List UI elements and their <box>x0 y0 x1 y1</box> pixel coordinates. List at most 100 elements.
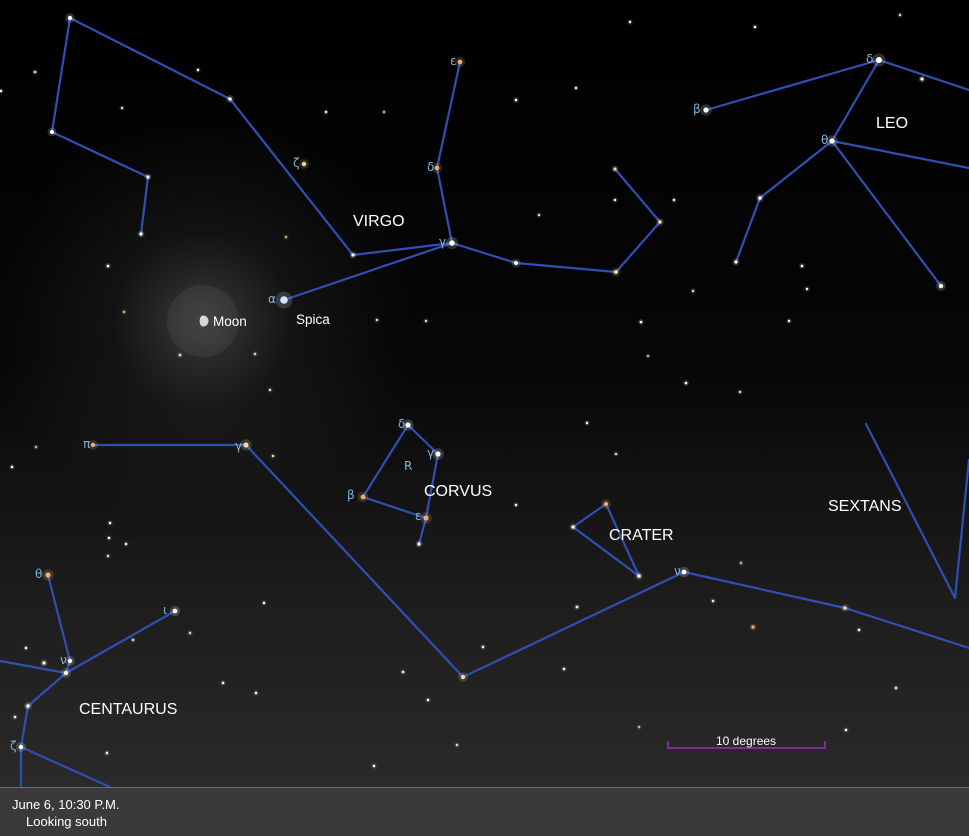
star <box>449 240 455 246</box>
greek-label: β <box>693 102 701 116</box>
greek-label: γ <box>235 439 242 453</box>
star <box>228 97 232 101</box>
star <box>898 13 902 17</box>
star <box>131 638 135 642</box>
star <box>254 691 258 695</box>
spica-label: Spica <box>296 312 330 327</box>
star <box>34 445 38 449</box>
corvus-lines <box>361 423 440 520</box>
star <box>33 70 37 74</box>
star <box>106 264 110 268</box>
greek-label: ν <box>60 653 67 667</box>
star <box>787 319 791 323</box>
centaurus-lines <box>19 573 72 787</box>
star-chart-svg: VIRGO LEO CORVUS CRATER SEXTANS CENTAURU… <box>0 12 969 787</box>
star <box>876 57 882 63</box>
star <box>844 728 848 732</box>
leo-lines <box>830 139 943 288</box>
star <box>172 608 178 614</box>
star <box>691 289 695 293</box>
star <box>67 15 73 21</box>
star <box>460 674 466 680</box>
sky-chart: VIRGO LEO CORVUS CRATER SEXTANS CENTAURU… <box>0 0 969 787</box>
star <box>894 686 898 690</box>
star <box>829 138 835 144</box>
star <box>107 536 111 540</box>
star <box>221 681 225 685</box>
greek-label: δ <box>398 417 405 431</box>
star <box>637 725 641 729</box>
greek-label: ζ <box>293 156 300 170</box>
view-direction: Looking south <box>26 814 107 829</box>
star <box>324 110 328 114</box>
star <box>614 452 618 456</box>
star <box>614 270 618 274</box>
star <box>120 106 124 110</box>
greek-label: δ <box>866 52 873 66</box>
greek-label: β <box>347 488 355 502</box>
star <box>284 235 288 239</box>
star <box>681 569 687 575</box>
greek-label: R <box>404 459 412 473</box>
star <box>435 451 441 457</box>
star <box>50 130 54 134</box>
star <box>424 319 428 323</box>
star <box>457 59 463 65</box>
star <box>455 743 459 747</box>
corvus-label: CORVUS <box>424 483 492 500</box>
star <box>372 764 376 768</box>
star <box>628 20 632 24</box>
star <box>637 574 641 578</box>
leo-lines <box>734 139 834 264</box>
greek-label: θ <box>35 567 42 581</box>
star <box>514 261 518 265</box>
star <box>417 542 421 546</box>
star <box>24 646 28 650</box>
moon-label: Moon <box>213 314 247 329</box>
star <box>672 198 676 202</box>
star <box>514 503 518 507</box>
star <box>90 442 96 448</box>
star <box>434 165 440 171</box>
star <box>139 232 143 236</box>
greek-label: δ <box>427 160 434 174</box>
star <box>18 744 24 750</box>
crater-label: CRATER <box>609 527 674 544</box>
star <box>426 698 430 702</box>
star <box>268 388 272 392</box>
star <box>613 167 617 171</box>
star <box>178 353 182 357</box>
star <box>106 554 110 558</box>
virgo-lines <box>282 241 454 302</box>
star <box>243 442 249 448</box>
star <box>63 670 69 676</box>
star <box>800 264 804 268</box>
star <box>843 606 847 610</box>
star <box>280 296 288 304</box>
info-footer: June 6, 10:30 P.M. Looking south <box>0 787 969 836</box>
star <box>13 715 17 719</box>
leo-lines <box>830 58 969 170</box>
greek-label: γ <box>427 446 434 460</box>
star <box>122 310 126 314</box>
star <box>711 599 715 603</box>
centaurus-lines <box>19 745 112 787</box>
hydra-lines <box>91 443 969 679</box>
moon-icon[interactable] <box>197 315 209 327</box>
greek-label: γ <box>439 235 446 249</box>
leo-label: LEO <box>876 115 908 132</box>
star <box>351 253 355 257</box>
star <box>423 515 429 521</box>
greek-label: ε <box>415 509 422 523</box>
date-time: June 6, 10:30 P.M. <box>12 797 120 812</box>
greek-label: θ <box>821 133 828 147</box>
virgo-lines <box>435 60 462 245</box>
star <box>10 465 14 469</box>
greek-label: ι <box>163 603 167 617</box>
star <box>603 501 609 507</box>
star <box>45 572 51 578</box>
star <box>146 175 150 179</box>
star <box>613 198 617 202</box>
star <box>575 605 579 609</box>
sextans-label: SEXTANS <box>828 498 902 515</box>
